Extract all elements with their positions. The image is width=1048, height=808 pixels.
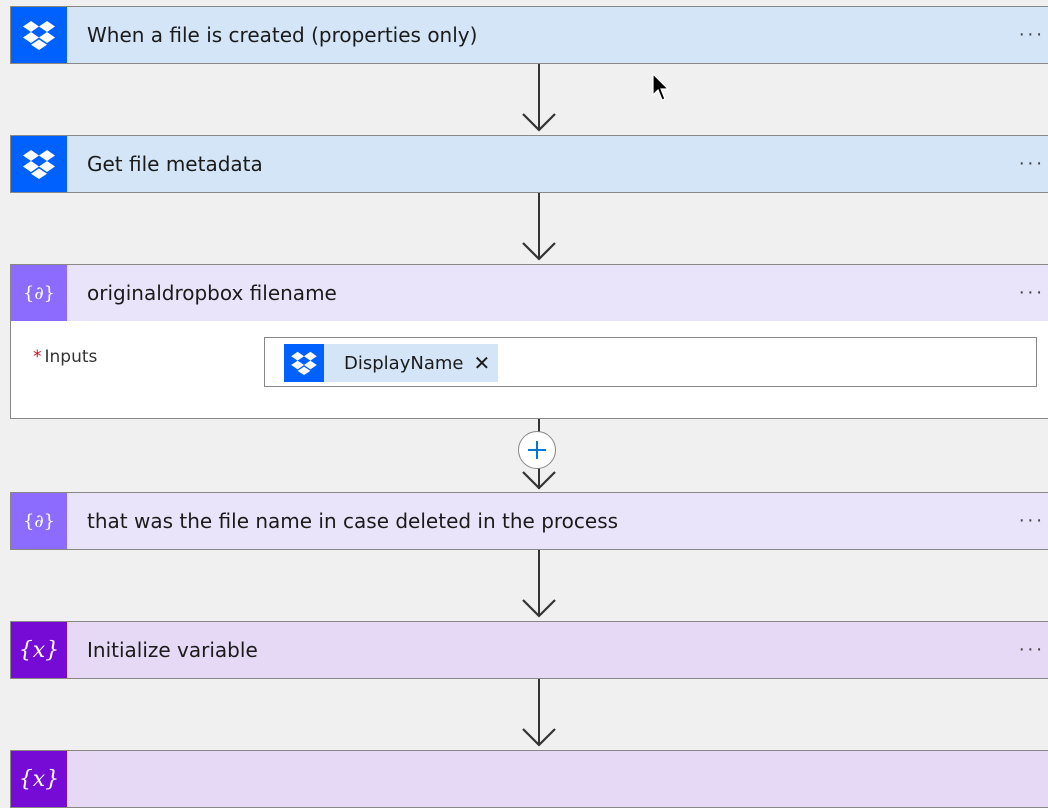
step-header[interactable]: {∂} that was the file name in case delet… [11, 493, 1048, 549]
step-title: Initialize variable [87, 638, 258, 662]
more-options-icon[interactable]: ··· [1019, 511, 1045, 532]
more-options-icon[interactable]: ··· [1019, 283, 1045, 304]
inputs-label-text: Inputs [44, 347, 98, 367]
step-card-original-filename[interactable]: {∂} originaldropbox filename ··· * Inputs… [10, 264, 1048, 419]
step-card-file-name-note[interactable]: {∂} that was the file name in case delet… [10, 492, 1048, 550]
step-title: that was the file name in case deleted i… [87, 509, 619, 533]
remove-token-icon[interactable]: ✕ [473, 351, 490, 375]
variable-icon: {x} [11, 622, 67, 678]
step-card-get-metadata[interactable]: Get file metadata ··· [10, 135, 1048, 193]
dropbox-icon [284, 344, 324, 382]
arrow-down-icon [522, 599, 556, 618]
dropbox-icon [11, 7, 67, 63]
step-header[interactable]: {x} Initialize variable ··· [11, 622, 1048, 678]
compose-icon: {∂} [11, 265, 67, 321]
insert-step-button[interactable] [518, 431, 556, 469]
step-card-file-created[interactable]: When a file is created (properties only)… [10, 6, 1048, 64]
compose-icon: {∂} [11, 493, 67, 549]
more-options-icon[interactable]: ··· [1019, 640, 1045, 661]
arrow-down-icon [522, 242, 556, 261]
variable-icon: {x} [11, 751, 67, 807]
required-marker: * [33, 347, 42, 367]
step-header[interactable]: {x} [11, 751, 1048, 807]
step-body: * Inputs DisplayName ✕ [11, 321, 1048, 418]
compose-glyph: {∂} [22, 282, 56, 304]
step-card-initialize-variable[interactable]: {x} Initialize variable ··· [10, 621, 1048, 679]
token-label: DisplayName [344, 352, 464, 374]
dropbox-icon [11, 136, 67, 192]
step-title: Get file metadata [87, 152, 263, 176]
step-card-next-variable[interactable]: {x} [10, 750, 1048, 808]
inputs-label: * Inputs [33, 347, 97, 367]
compose-glyph: {∂} [22, 510, 56, 532]
step-header[interactable]: Get file metadata ··· [11, 136, 1048, 192]
mouse-cursor-icon [652, 73, 670, 101]
plus-icon [528, 441, 546, 459]
arrow-down-icon [522, 113, 556, 132]
arrow-down-icon [522, 728, 556, 747]
more-options-icon[interactable]: ··· [1019, 154, 1045, 175]
more-options-icon[interactable]: ··· [1019, 25, 1045, 46]
step-header[interactable]: {∂} originaldropbox filename ··· [11, 265, 1048, 321]
step-header[interactable]: When a file is created (properties only)… [11, 7, 1048, 63]
inputs-field[interactable]: DisplayName ✕ [264, 337, 1037, 387]
variable-glyph: {x} [18, 637, 60, 663]
arrow-down-icon [522, 471, 556, 490]
step-title: When a file is created (properties only) [87, 23, 478, 47]
step-title: originaldropbox filename [87, 281, 337, 305]
variable-glyph: {x} [18, 766, 60, 792]
dynamic-content-token[interactable]: DisplayName ✕ [284, 344, 499, 382]
